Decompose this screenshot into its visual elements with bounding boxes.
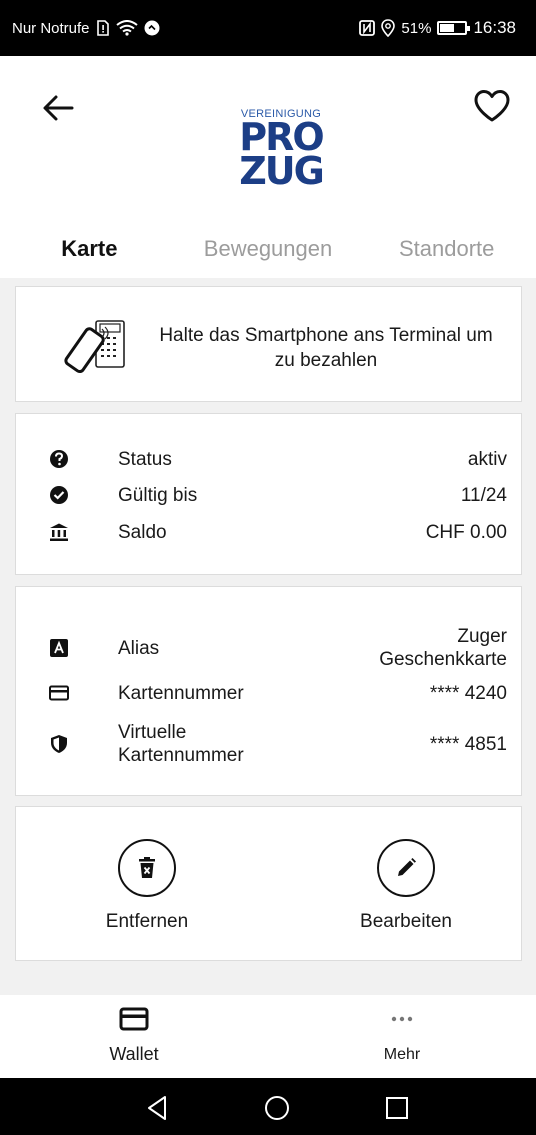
remove-circle xyxy=(118,839,176,897)
card-actions-section: Entfernen Bearbeiten xyxy=(15,806,522,961)
card-number-label: Kartennummer xyxy=(118,682,244,704)
more-dots-icon xyxy=(391,1016,413,1022)
system-home-icon[interactable] xyxy=(263,1094,291,1122)
info-row-alias: Alias Zuger Geschenkkarte xyxy=(16,623,521,673)
info-row-virtual-card-number: Virtuelle Kartennummer **** 4851 xyxy=(16,719,521,769)
tab-karte[interactable]: Karte xyxy=(0,222,179,278)
valid-until-label: Gültig bis xyxy=(118,484,198,506)
check-circle-icon xyxy=(48,484,70,506)
tab-bar: Karte Bewegungen Standorte xyxy=(0,222,536,278)
tab-standorte[interactable]: Standorte xyxy=(357,222,536,278)
remove-button[interactable]: Entfernen xyxy=(57,839,237,933)
virtual-card-number-label: Virtuelle Kartennummer xyxy=(118,722,244,766)
balance-label: Saldo xyxy=(118,521,167,543)
alias-value: Zuger Geschenkkarte xyxy=(379,626,507,670)
virtual-card-number-value: **** 4851 xyxy=(429,733,507,755)
bottom-navigation: Wallet Mehr xyxy=(0,995,536,1078)
sim-alert-icon xyxy=(96,20,109,36)
system-navigation-bar xyxy=(0,1078,536,1135)
credit-card-icon xyxy=(48,682,70,704)
nav-more-label: Mehr xyxy=(383,1046,421,1063)
detail-row-valid-until: Gültig bis 11/24 xyxy=(16,477,521,513)
pencil-icon xyxy=(398,858,416,876)
app-notification-icon xyxy=(144,20,160,36)
bank-icon xyxy=(48,521,70,543)
nav-wallet-label: Wallet xyxy=(109,1044,159,1064)
card-status-section: Status aktiv Gültig bis 11/24 Saldo CHF … xyxy=(15,413,522,575)
nfc-icon xyxy=(359,20,376,36)
card-number-value: **** 4240 xyxy=(429,682,507,704)
system-recents-icon[interactable] xyxy=(383,1094,411,1122)
wifi-icon xyxy=(115,20,138,36)
battery-icon xyxy=(437,21,471,35)
battery-percent: 51% xyxy=(401,19,432,37)
detail-row-status: Status aktiv xyxy=(16,441,521,477)
carrier-text: Nur Notrufe xyxy=(12,19,90,37)
favorite-button[interactable] xyxy=(470,84,514,128)
balance-value: CHF 0.00 xyxy=(425,521,507,543)
wallet-card-icon xyxy=(119,1007,149,1031)
edit-button[interactable]: Bearbeiten xyxy=(316,839,496,933)
alias-label: Alias xyxy=(118,637,160,659)
edit-label: Bearbeiten xyxy=(360,911,452,932)
logo-line-2: ZUG xyxy=(239,149,325,193)
nav-more[interactable]: Mehr xyxy=(268,995,536,1078)
remove-label: Entfernen xyxy=(105,911,189,932)
arrow-left-icon xyxy=(43,95,74,121)
app-header: VEREINIGUNG PRO ZUG Karte Bewegungen Sta… xyxy=(0,56,536,278)
system-back-icon[interactable] xyxy=(144,1094,172,1122)
shield-icon xyxy=(48,733,70,755)
trash-icon xyxy=(139,857,155,878)
info-row-card-number: Kartennummer **** 4240 xyxy=(16,675,521,711)
alias-a-icon xyxy=(48,637,70,659)
tab-bewegungen[interactable]: Bewegungen xyxy=(179,222,358,278)
nav-wallet[interactable]: Wallet xyxy=(0,995,268,1078)
brand-logo: VEREINIGUNG PRO ZUG xyxy=(226,108,336,198)
card-info-section: Alias Zuger Geschenkkarte Kartennummer *… xyxy=(15,586,522,796)
edit-circle xyxy=(377,839,435,897)
status-bar: Nur Notrufe 51% 16:38 xyxy=(0,0,536,56)
contactless-pay-card[interactable]: Halte das Smartphone ans Terminal um zu … xyxy=(15,286,522,402)
detail-row-balance: Saldo CHF 0.00 xyxy=(16,514,521,550)
status-value: aktiv xyxy=(467,448,507,470)
back-button[interactable] xyxy=(38,88,78,128)
phone-tap-terminal-icon xyxy=(64,320,125,374)
clock: 16:38 xyxy=(473,18,516,37)
valid-until-value: 11/24 xyxy=(460,484,507,506)
question-circle-icon xyxy=(48,448,70,470)
location-icon xyxy=(381,19,396,37)
status-label: Status xyxy=(118,448,172,470)
pay-instruction-text: Halte das Smartphone ans Terminal um zu … xyxy=(159,325,493,371)
heart-outline-icon xyxy=(474,90,510,122)
